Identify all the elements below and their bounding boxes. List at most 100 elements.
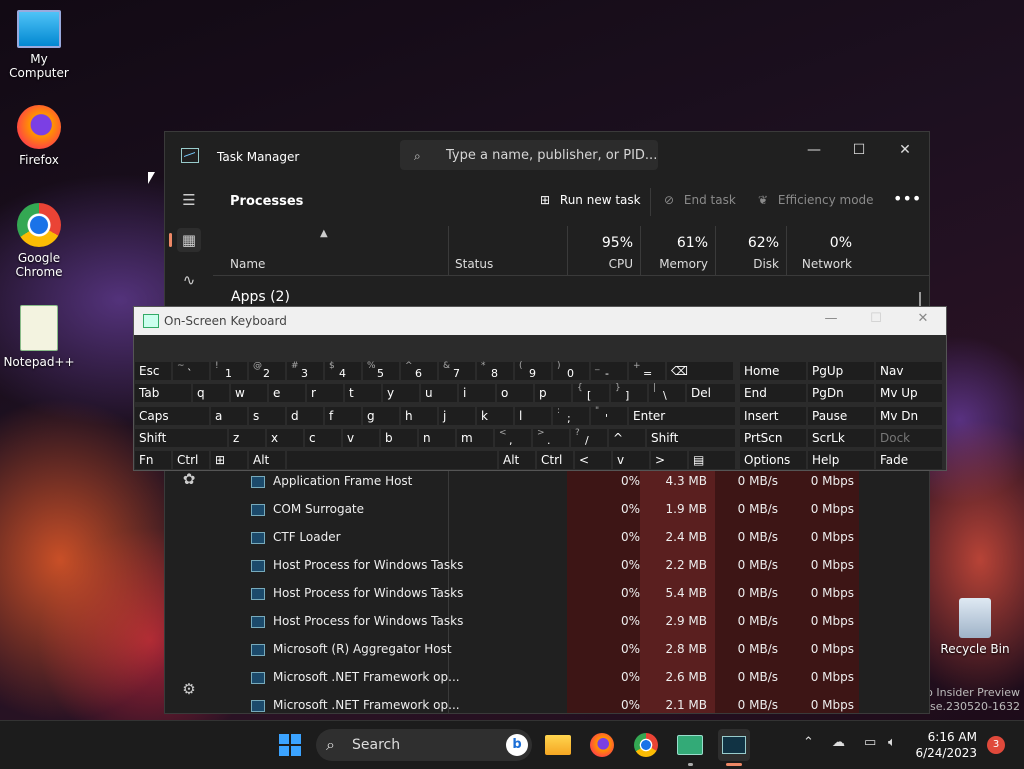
osk-key[interactable]: Mv Dn	[875, 405, 943, 426]
table-row[interactable]: CTF Loader 0% 2.4 MB 0 MB/s 0 Mbps	[213, 523, 929, 551]
file-explorer-button[interactable]	[542, 729, 574, 761]
osk-key[interactable]: b	[380, 427, 418, 448]
osk-key[interactable]: ⌫	[666, 361, 734, 381]
table-row[interactable]: Microsoft .NET Framework op... 0% 2.6 MB 0 …	[213, 663, 929, 691]
osk-key[interactable]: f	[324, 405, 362, 426]
settings-gear-icon[interactable]: ⚙	[177, 677, 201, 701]
column-header-memory[interactable]: 61% Memory	[640, 226, 716, 276]
osk-key[interactable]: ^	[608, 427, 646, 448]
osk-key[interactable]	[286, 450, 498, 471]
on-screen-keyboard-taskbar-button[interactable]	[674, 729, 706, 761]
column-header-cpu[interactable]: 95% CPU	[567, 226, 641, 276]
osk-key[interactable]: >	[650, 450, 688, 471]
processes-nav-icon[interactable]: ▦	[177, 228, 201, 252]
volume-icon[interactable]: 🔈︎	[888, 735, 896, 750]
osk-key[interactable]: PgDn	[807, 383, 875, 404]
osk-key[interactable]: x	[266, 427, 304, 448]
efficiency-mode-button[interactable]: ❦ Efficiency mode	[758, 193, 874, 207]
osk-key[interactable]: l	[514, 405, 552, 426]
run-new-task-button[interactable]: ⊞ Run new task	[540, 193, 641, 207]
osk-key[interactable]: t	[344, 383, 382, 404]
osk-key[interactable]: & 7	[438, 361, 476, 381]
osk-key[interactable]: Ctrl	[536, 450, 574, 471]
osk-key[interactable]: ! 1	[210, 361, 248, 381]
osk-key[interactable]: ) 0	[552, 361, 590, 381]
osk-key[interactable]: Nav	[875, 361, 943, 381]
osk-key[interactable]: " '	[590, 405, 628, 426]
table-row[interactable]: Application Frame Host 0% 4.3 MB 0 MB/s 0 Mb…	[213, 467, 929, 495]
osk-key[interactable]: Options	[739, 450, 807, 471]
hamburger-menu-icon[interactable]: ☰	[177, 188, 201, 212]
more-options-button[interactable]: •••	[893, 189, 921, 208]
osk-close-button[interactable]: ✕	[908, 311, 938, 326]
osk-key[interactable]: z	[228, 427, 266, 448]
desktop-icon-my-computer[interactable]: My Computer	[1, 10, 77, 80]
task-manager-taskbar-button[interactable]	[718, 729, 750, 761]
osk-key[interactable]: Esc	[134, 361, 172, 381]
notification-badge[interactable]: 3	[987, 736, 1005, 754]
osk-key[interactable]: Enter	[628, 405, 736, 426]
osk-key[interactable]: ScrLk	[807, 427, 875, 448]
table-row[interactable]: COM Surrogate 0% 1.9 MB 0 MB/s 0 Mbps	[213, 495, 929, 523]
osk-key[interactable]: Caps	[134, 405, 210, 426]
osk-key[interactable]: * 8	[476, 361, 514, 381]
osk-key[interactable]: Home	[739, 361, 807, 381]
osk-key[interactable]: g	[362, 405, 400, 426]
osk-key[interactable]: Fade	[875, 450, 943, 471]
osk-key[interactable]: ~ `	[172, 361, 210, 381]
osk-key[interactable]: <	[574, 450, 612, 471]
osk-key[interactable]: Pause	[807, 405, 875, 426]
chevron-up-icon[interactable]: ⌃	[803, 735, 814, 750]
table-row[interactable]: Microsoft (R) Aggregator Host 0% 2.8 MB 0 M…	[213, 635, 929, 663]
osk-key[interactable]: <,	[494, 427, 532, 448]
osk-minimize-button[interactable]: —	[816, 311, 846, 326]
osk-key[interactable]: v	[342, 427, 380, 448]
osk-key[interactable]: k	[476, 405, 514, 426]
osk-key[interactable]: }]	[610, 383, 648, 404]
osk-key[interactable]: o	[496, 383, 534, 404]
table-row[interactable]: Host Process for Windows Tasks 0% 2.2 MB 0 …	[213, 551, 929, 579]
osk-key[interactable]: w	[230, 383, 268, 404]
performance-nav-icon[interactable]: ∿	[177, 268, 201, 292]
osk-key[interactable]: {[	[572, 383, 610, 404]
osk-key[interactable]: Fn	[134, 450, 172, 471]
osk-key[interactable]: Alt	[248, 450, 286, 471]
osk-key[interactable]: Tab	[134, 383, 192, 404]
osk-key[interactable]: ? /	[570, 427, 608, 448]
cloud-offline-icon[interactable]: ☁	[832, 735, 845, 750]
scrollbar-thumb[interactable]	[919, 292, 921, 306]
column-header-network[interactable]: 0% Network	[786, 226, 860, 276]
osk-key[interactable]: Shift	[134, 427, 228, 448]
table-row[interactable]: Host Process for Windows Tasks 0% 2.9 MB 0 …	[213, 607, 929, 635]
osk-key[interactable]: r	[306, 383, 344, 404]
taskbar-search-box[interactable]: ⌕ Search b	[316, 729, 532, 761]
osk-key[interactable]: Alt	[498, 450, 536, 471]
start-button[interactable]	[274, 729, 306, 761]
osk-key[interactable]: ⊞	[210, 450, 248, 471]
osk-key[interactable]: Insert	[739, 405, 807, 426]
osk-key[interactable]: m	[456, 427, 494, 448]
osk-key[interactable]: :;	[552, 405, 590, 426]
osk-key[interactable]: e	[268, 383, 306, 404]
osk-key[interactable]: | \	[648, 383, 686, 404]
maximize-button[interactable]: ☐	[836, 136, 882, 164]
osk-key[interactable]: #3	[286, 361, 324, 381]
osk-key[interactable]: ▤	[688, 450, 736, 471]
osk-key[interactable]: u	[420, 383, 458, 404]
osk-key[interactable]: q	[192, 383, 230, 404]
osk-key[interactable]: @2	[248, 361, 286, 381]
osk-key[interactable]: Dock	[875, 427, 943, 448]
osk-key[interactable]: ^ 6	[400, 361, 438, 381]
desktop-icon-google-chrome[interactable]: Google Chrome	[1, 203, 77, 279]
osk-key[interactable]: c	[304, 427, 342, 448]
column-header-name[interactable]: Name	[230, 257, 265, 271]
osk-key[interactable]: Help	[807, 450, 875, 471]
osk-key[interactable]: d	[286, 405, 324, 426]
osk-key[interactable]: a	[210, 405, 248, 426]
osk-key[interactable]: p	[534, 383, 572, 404]
osk-key[interactable]: PrtScn	[739, 427, 807, 448]
osk-key[interactable]: PgUp	[807, 361, 875, 381]
osk-key[interactable]: $4	[324, 361, 362, 381]
desktop-icon-notepad-plus-plus[interactable]: Notepad++	[1, 305, 77, 369]
end-task-button[interactable]: ⊘ End task	[664, 193, 736, 207]
